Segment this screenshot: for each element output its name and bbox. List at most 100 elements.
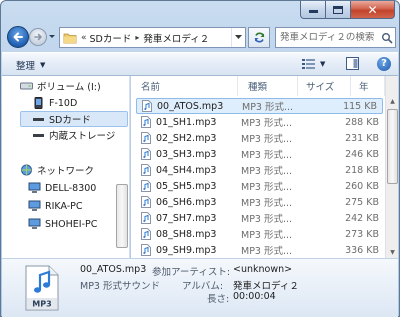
nav-item-sdcard[interactable]: SDカード — [20, 111, 128, 127]
drive-icon — [20, 82, 33, 90]
file-row[interactable]: 05_SH5.mp3 MP3 形式... 260 KB — [131, 178, 385, 194]
mp3-file-icon — [141, 116, 151, 128]
details-album-value[interactable]: 発車メロディ２ — [233, 278, 299, 292]
file-name: 05_SH5.mp3 — [156, 180, 217, 192]
file-size: 273 KB — [345, 228, 379, 240]
network-icon — [21, 164, 32, 176]
mp3-file-icon — [141, 228, 151, 240]
chevron-down-icon — [235, 35, 242, 39]
breadcrumb-current-folder[interactable]: 発車メロディ２ — [143, 31, 209, 45]
scrollbar-thumb[interactable] — [387, 109, 398, 184]
file-type: MP3 形式... — [241, 118, 293, 129]
mp3-large-icon: MP3 — [25, 265, 59, 311]
column-header-name[interactable]: 名前 — [131, 76, 238, 96]
file-name: 01_SH1.mp3 — [156, 116, 217, 128]
file-size: 218 KB — [345, 164, 379, 176]
file-type: MP3 形式... — [241, 134, 293, 145]
file-size: 246 KB — [345, 148, 379, 160]
nav-item-network[interactable]: ネットワーク — [20, 162, 94, 178]
file-size: 260 KB — [345, 180, 379, 192]
address-bar[interactable]: « SDカード ▸ 発車メロディ２ — [59, 27, 246, 48]
file-list-scrollbar[interactable]: ▲ ▼ — [385, 76, 398, 258]
command-bar: 整理 ▼ ▼ ? — [2, 52, 398, 76]
file-type: MP3 形式... — [241, 246, 293, 257]
nav-item-label: SHOHEI-PC — [45, 218, 98, 230]
column-header-row: 名前 種類 サイズ 年 — [131, 76, 398, 96]
file-row[interactable]: 04_SH4.mp3 MP3 形式... 218 KB — [131, 162, 385, 178]
file-size: 115 KB — [343, 100, 377, 112]
nav-item-volume-i[interactable]: ボリューム (I:) — [20, 78, 101, 94]
nav-scrollbar-thumb[interactable] — [116, 184, 128, 248]
breadcrumb-overflow[interactable]: « — [81, 33, 87, 43]
organize-button[interactable]: 整理 ▼ — [16, 58, 45, 72]
scroll-down-icon[interactable]: ▼ — [386, 246, 398, 258]
nav-item-label: DELL-8300 — [45, 182, 97, 194]
navigation-pane: ボリューム (I:) F-10D SDカード 内蔵ストレージ ネットワーク DE… — [2, 76, 130, 258]
nav-item-rika-pc[interactable]: RIKA-PC — [28, 198, 83, 214]
file-name: 02_SH2.mp3 — [156, 132, 217, 144]
file-type: MP3 形式... — [241, 198, 293, 209]
file-type: MP3 形式... — [241, 214, 293, 225]
computer-icon — [28, 200, 41, 211]
file-name: 08_SH8.mp3 — [156, 228, 217, 240]
file-row[interactable]: 03_SH3.mp3 MP3 形式... 246 KB — [131, 146, 385, 162]
file-row[interactable]: 06_SH6.mp3 MP3 形式... 275 KB — [131, 194, 385, 210]
nav-item-dell-8300[interactable]: DELL-8300 — [28, 180, 96, 196]
file-type: MP3 形式... — [241, 182, 293, 193]
folder-icon — [63, 33, 77, 43]
sdcard-icon — [33, 118, 44, 121]
preview-pane-icon[interactable] — [346, 57, 359, 70]
minimize-button[interactable] — [300, 1, 326, 19]
back-button[interactable] — [7, 26, 29, 48]
details-artist-value[interactable]: <unknown> — [233, 264, 292, 275]
file-type: MP3 形式... — [241, 230, 293, 241]
breadcrumb-separator-icon[interactable]: ▸ — [135, 33, 139, 42]
help-icon[interactable]: ? — [377, 57, 391, 71]
file-type: MP3 形式... — [241, 150, 293, 161]
file-row[interactable]: 09_SH9.mp3 MP3 形式... 336 KB — [131, 242, 385, 258]
column-header-size[interactable]: サイズ — [298, 76, 351, 96]
file-row[interactable]: 02_SH2.mp3 MP3 形式... 231 KB — [131, 130, 385, 146]
file-row[interactable]: 01_SH1.mp3 MP3 形式... 288 KB — [131, 114, 385, 130]
nav-item-f10d[interactable]: F-10D — [32, 95, 77, 111]
close-icon: ✕ — [367, 2, 378, 17]
back-arrow-icon — [13, 32, 23, 42]
file-name: 06_SH6.mp3 — [156, 196, 217, 208]
refresh-button[interactable] — [248, 27, 270, 48]
details-album-label: アルバム: — [182, 281, 224, 292]
chevron-down-icon: ▼ — [320, 60, 326, 68]
nav-item-shohei-pc[interactable]: SHOHEI-PC — [28, 216, 97, 232]
file-row[interactable]: 00_ATOS.mp3 MP3 形式... 115 KB — [136, 98, 383, 114]
phone-icon — [34, 97, 43, 109]
address-dropdown-button[interactable] — [231, 28, 245, 47]
file-row[interactable]: 07_SH7.mp3 MP3 形式... 242 KB — [131, 210, 385, 226]
breadcrumb-sdcard[interactable]: SDカード — [90, 31, 132, 45]
recent-pages-dropdown-icon[interactable] — [48, 31, 56, 41]
search-icon[interactable] — [381, 32, 393, 44]
maximize-button[interactable] — [326, 1, 351, 19]
file-size: 242 KB — [345, 212, 379, 224]
mp3-file-icon — [141, 244, 151, 256]
column-header-type[interactable]: 種類 — [238, 76, 298, 96]
forward-button[interactable] — [29, 28, 47, 46]
scroll-up-icon[interactable]: ▲ — [386, 95, 398, 107]
mp3-file-icon — [142, 100, 152, 112]
computer-icon — [28, 182, 41, 193]
details-file-name: 00_ATOS.mp3 — [80, 264, 147, 275]
details-length-label: 長さ: — [207, 294, 230, 305]
close-button[interactable]: ✕ — [351, 1, 395, 19]
file-name: 07_SH7.mp3 — [156, 212, 217, 224]
maximize-icon — [333, 5, 343, 14]
file-name: 09_SH9.mp3 — [156, 244, 217, 256]
column-header-year[interactable]: 年 — [351, 76, 385, 96]
file-type: MP3 形式... — [241, 166, 293, 177]
explorer-window: ✕ « SDカード ▸ 発車メロディ２ 整理 ▼ ▼ ? — [0, 0, 400, 317]
change-view-button[interactable]: ▼ — [302, 58, 325, 70]
nav-item-internal-storage[interactable]: 内蔵ストレージ — [32, 127, 115, 143]
file-row[interactable]: 08_SH8.mp3 MP3 形式... 273 KB — [131, 226, 385, 242]
window-controls: ✕ — [300, 1, 395, 19]
details-pane: MP3 00_ATOS.mp3 MP3 形式サウンド 参加アーティスト: <un… — [2, 258, 398, 317]
search-input[interactable] — [276, 32, 381, 43]
search-box[interactable] — [275, 27, 396, 48]
file-name: 00_ATOS.mp3 — [157, 100, 224, 112]
